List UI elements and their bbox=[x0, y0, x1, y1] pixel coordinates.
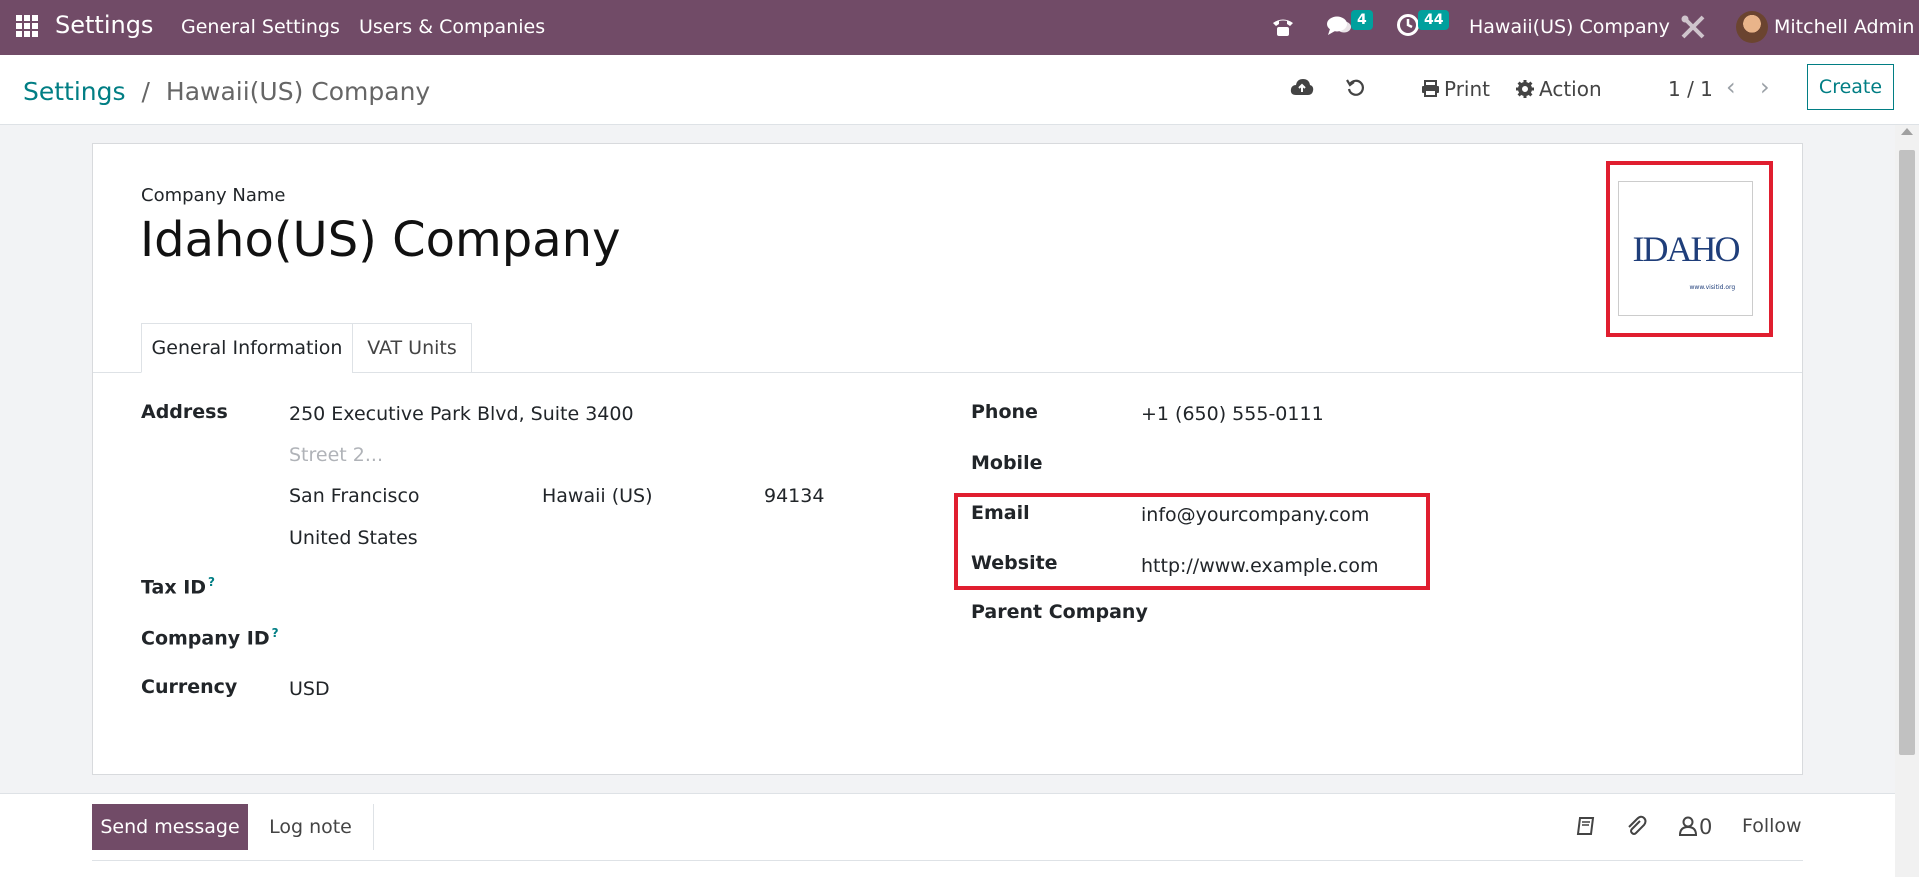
follow-button[interactable]: Follow bbox=[1742, 815, 1802, 837]
avatar[interactable] bbox=[1736, 11, 1768, 43]
breadcrumb-current: Hawaii(US) Company bbox=[165, 77, 431, 106]
print-button[interactable]: Print bbox=[1444, 77, 1490, 101]
company-name-field[interactable]: Idaho(US) Company bbox=[140, 212, 621, 268]
pager-value[interactable]: 1 / 1 bbox=[1668, 77, 1713, 101]
save-cloud-icon[interactable] bbox=[1290, 78, 1314, 96]
email-label: Email bbox=[971, 502, 1030, 524]
currency-label: Currency bbox=[141, 676, 238, 698]
messages-badge: 4 bbox=[1351, 10, 1373, 30]
zip-field[interactable]: 94134 bbox=[764, 485, 824, 507]
menu-general-settings[interactable]: General Settings bbox=[181, 16, 340, 38]
email-field[interactable]: info@yourcompany.com bbox=[1141, 504, 1369, 526]
company-id-label-text: Company ID bbox=[141, 627, 270, 650]
chatter-divider bbox=[92, 860, 1803, 861]
menu-users-companies[interactable]: Users & Companies bbox=[359, 16, 545, 38]
chat-icon[interactable] bbox=[1326, 15, 1352, 37]
tab-vat-units[interactable]: VAT Units bbox=[352, 323, 472, 373]
help-icon[interactable]: ? bbox=[272, 626, 279, 640]
top-navbar: Settings General Settings Users & Compan… bbox=[0, 0, 1919, 55]
scroll-up-arrow-icon[interactable] bbox=[1901, 128, 1913, 135]
scrollbar-thumb[interactable] bbox=[1899, 150, 1915, 755]
street2-field[interactable]: Street 2... bbox=[289, 444, 383, 466]
activities-badge: 44 bbox=[1418, 10, 1450, 30]
tab-general-information[interactable]: General Information bbox=[141, 323, 353, 373]
breadcrumb-root[interactable]: Settings bbox=[23, 77, 126, 106]
debug-tools-icon[interactable] bbox=[1680, 14, 1706, 40]
country-field[interactable]: United States bbox=[289, 527, 418, 549]
tax-id-label: Tax ID? bbox=[141, 575, 215, 598]
user-menu[interactable]: Mitchell Admin bbox=[1774, 16, 1914, 38]
control-panel: Settings / Hawaii(US) Company Print Acti… bbox=[0, 55, 1919, 125]
app-title[interactable]: Settings bbox=[55, 11, 153, 39]
logo-image: IDAHO bbox=[1632, 228, 1741, 269]
parent-company-label: Parent Company bbox=[971, 601, 1148, 623]
company-id-label: Company ID? bbox=[141, 626, 279, 649]
print-icon bbox=[1422, 80, 1439, 97]
gear-icon bbox=[1516, 80, 1534, 98]
tax-id-label-text: Tax ID bbox=[141, 576, 207, 599]
company-name-label: Company Name bbox=[141, 185, 286, 206]
paperclip-icon[interactable] bbox=[1625, 815, 1647, 837]
state-field[interactable]: Hawaii (US) bbox=[542, 485, 653, 507]
phone-field[interactable]: +1 (650) 555-0111 bbox=[1141, 403, 1324, 425]
create-button[interactable]: Create bbox=[1807, 64, 1894, 110]
phone-label: Phone bbox=[971, 401, 1038, 423]
phone-icon[interactable] bbox=[1270, 15, 1296, 39]
followers-count[interactable]: 0 bbox=[1699, 815, 1712, 839]
address-label: Address bbox=[141, 401, 228, 423]
website-label: Website bbox=[971, 552, 1058, 574]
discard-icon[interactable] bbox=[1346, 77, 1366, 97]
breadcrumb-separator: / bbox=[141, 77, 150, 106]
website-field[interactable]: http://www.example.com bbox=[1141, 555, 1379, 577]
send-message-button[interactable]: Send message bbox=[92, 804, 248, 850]
user-icon[interactable] bbox=[1679, 816, 1697, 836]
company-logo-field[interactable]: IDAHO www.visitid.org bbox=[1618, 181, 1753, 316]
company-switcher[interactable]: Hawaii(US) Company bbox=[1469, 16, 1670, 38]
street-field[interactable]: 250 Executive Park Blvd, Suite 3400 bbox=[289, 403, 634, 425]
city-field[interactable]: San Francisco bbox=[289, 485, 420, 507]
chevron-left-icon[interactable]: ‹ bbox=[1726, 73, 1736, 101]
log-note-button[interactable]: Log note bbox=[248, 804, 374, 850]
chevron-right-icon[interactable]: › bbox=[1760, 73, 1770, 101]
logo-subtext: www.visitid.org bbox=[1689, 283, 1736, 291]
breadcrumb: Settings / Hawaii(US) Company bbox=[23, 77, 430, 106]
book-icon[interactable] bbox=[1576, 816, 1596, 836]
clock-icon[interactable] bbox=[1396, 13, 1420, 37]
mobile-label: Mobile bbox=[971, 452, 1043, 474]
apps-icon[interactable] bbox=[16, 15, 38, 37]
action-button[interactable]: Action bbox=[1539, 77, 1602, 101]
help-icon[interactable]: ? bbox=[208, 575, 215, 589]
currency-field[interactable]: USD bbox=[289, 678, 330, 700]
